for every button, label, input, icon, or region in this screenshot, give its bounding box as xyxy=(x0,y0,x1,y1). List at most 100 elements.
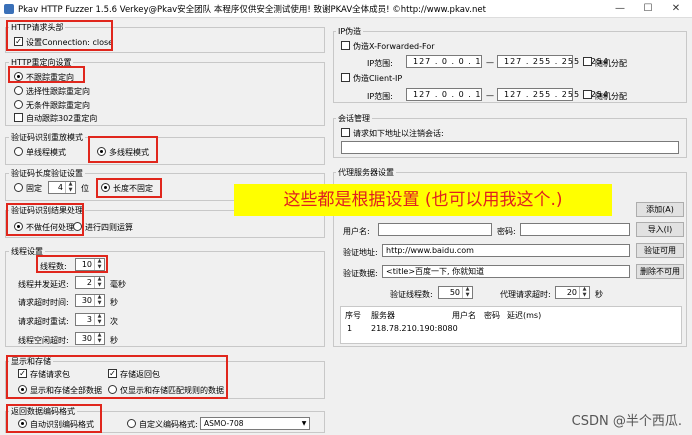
verify-button[interactable]: 验证可用 xyxy=(636,243,684,258)
cip-random-checkbox[interactable] xyxy=(583,90,592,99)
logout-url-input[interactable] xyxy=(341,141,679,154)
col-user: 用户名 xyxy=(452,311,476,320)
highlight-no-follow xyxy=(8,66,85,83)
proxy-user-input[interactable] xyxy=(378,223,492,236)
logout-label: 请求如下地址以注销会话: xyxy=(353,129,444,138)
highlight-variable-length xyxy=(96,178,162,198)
timeout-spinner[interactable]: 30 ▲ ▼ xyxy=(75,294,105,307)
concurrency-label: 线程并发延迟: xyxy=(18,280,69,289)
highlight-multi-thread xyxy=(88,136,158,163)
maximize-button[interactable]: ☐ xyxy=(638,2,658,15)
single-thread-label: 单线程模式 xyxy=(26,148,66,157)
col-server: 服务器 xyxy=(371,311,395,320)
session-title: 会话管理 xyxy=(336,113,372,124)
spinner-arrows-icon[interactable]: ▲ ▼ xyxy=(94,276,104,288)
title-bar: Pkav HTTP Fuzzer 1.5.6 Verkey@Pkav安全团队 本… xyxy=(0,0,692,18)
annotation-banner: 这些都是根据设置 (也可以用我这个.) xyxy=(234,184,612,216)
concurrency-value: 2 xyxy=(86,278,92,287)
selective-radio[interactable] xyxy=(14,86,23,95)
custom-encoding-label: 自定义编码格式: xyxy=(139,420,198,429)
fixed-length-spinner[interactable]: 4 ▲ ▼ xyxy=(48,181,76,194)
verify-data-input[interactable]: <title>百度一下, 你就知道 xyxy=(382,265,630,278)
window-title: Pkav HTTP Fuzzer 1.5.6 Verkey@Pkav安全团队 本… xyxy=(18,5,486,15)
xff-random-label: 随机分配 xyxy=(595,59,627,68)
timeout-unit: 秒 xyxy=(110,298,118,307)
proxy-title: 代理服务器设置 xyxy=(336,167,396,178)
range-dash: — xyxy=(486,58,494,67)
xff-to-input[interactable]: 127 . 255 . 255 . 254 xyxy=(497,55,608,68)
fixed-length-label: 固定 xyxy=(26,184,42,193)
retry-label: 请求超时重试: xyxy=(18,317,69,326)
close-button[interactable]: ✕ xyxy=(666,2,686,15)
cip-from-input[interactable]: 127 . 0 . 0 . 1 xyxy=(406,88,482,101)
spinner-arrows-icon[interactable]: ▲ ▼ xyxy=(462,286,472,298)
row-index: 1 xyxy=(347,324,353,333)
fixed-length-radio[interactable] xyxy=(14,183,23,192)
col-delay: 延迟(ms) xyxy=(507,311,542,320)
cip-range-label: IP范围: xyxy=(367,92,393,101)
unconditional-label: 无条件跟踪重定向 xyxy=(26,101,90,110)
highlight-encoding xyxy=(6,404,102,433)
proxy-pass-input[interactable] xyxy=(520,223,630,236)
encoding-select[interactable]: ASMO-708 ▼ xyxy=(200,417,310,430)
custom-encoding-radio[interactable] xyxy=(127,419,136,428)
xff-from-input[interactable]: 127 . 0 . 0 . 1 xyxy=(406,55,482,68)
timeout-label: 请求超时时间: xyxy=(18,298,69,307)
single-thread-radio[interactable] xyxy=(14,147,23,156)
cip-to-input[interactable]: 127 . 255 . 255 . 254 xyxy=(497,88,608,101)
delete-unavailable-button[interactable]: 删除不可用 xyxy=(636,264,684,279)
verify-data-label: 验证数据: xyxy=(343,269,378,278)
xff-range-label: IP范围: xyxy=(367,59,393,68)
chevron-down-icon[interactable]: ▼ xyxy=(299,418,309,429)
idle-value: 30 xyxy=(81,334,92,343)
proxy-timeout-label: 代理请求超时: xyxy=(500,290,551,299)
row-server: 218.78.210.190:8080 xyxy=(371,324,458,333)
idle-spinner[interactable]: 30 ▲ ▼ xyxy=(75,332,105,345)
minimize-button[interactable]: — xyxy=(610,2,630,15)
spinner-arrows-icon[interactable]: ▲ ▼ xyxy=(94,332,104,344)
spinner-arrows-icon[interactable]: ▲ ▼ xyxy=(579,286,589,298)
app-icon xyxy=(4,4,14,14)
verify-url-input[interactable]: http://www.baidu.com xyxy=(382,244,630,257)
proxy-threads-spinner[interactable]: 50 ▲ ▼ xyxy=(438,286,473,299)
client-ip-checkbox[interactable] xyxy=(341,73,350,82)
cip-random-label: 随机分配 xyxy=(595,92,627,101)
proxy-timeout-value: 20 xyxy=(566,288,577,297)
retry-spinner[interactable]: 3 ▲ ▼ xyxy=(75,313,105,326)
logout-checkbox[interactable] xyxy=(341,128,350,137)
idle-label: 线程空闲超时: xyxy=(18,336,69,345)
col-index: 序号 xyxy=(345,311,361,320)
highlight-captcha-result xyxy=(6,203,84,236)
proxy-timeout-spinner[interactable]: 20 ▲ ▼ xyxy=(555,286,590,299)
add-proxy-button[interactable]: 添加(A) xyxy=(636,202,684,217)
client-ip-label: 伪造Client-IP xyxy=(353,74,403,83)
auto302-label: 自动跟踪302重定向 xyxy=(26,114,98,123)
proxy-threads-label: 验证线程数: xyxy=(390,290,433,299)
spinner-arrows-icon[interactable]: ▲ ▼ xyxy=(94,313,104,325)
retry-value: 3 xyxy=(86,315,92,324)
proxy-timeout-unit: 秒 xyxy=(595,290,603,299)
range-dash: — xyxy=(486,91,494,100)
proxy-pass-label: 密码: xyxy=(497,227,516,236)
xff-random-checkbox[interactable] xyxy=(583,57,592,66)
highlight-display xyxy=(6,355,228,399)
auto302-checkbox[interactable] xyxy=(14,113,23,122)
xff-checkbox[interactable] xyxy=(341,41,350,50)
unconditional-radio[interactable] xyxy=(14,100,23,109)
retry-unit: 次 xyxy=(110,317,118,326)
spinner-arrows-icon[interactable]: ▲ ▼ xyxy=(65,181,75,193)
idle-unit: 秒 xyxy=(110,336,118,345)
col-pass: 密码 xyxy=(484,311,500,320)
encoding-select-value: ASMO-708 xyxy=(204,419,244,428)
ip-spoof-title: IP伪造 xyxy=(336,26,364,37)
proxy-user-label: 用户名: xyxy=(343,227,370,236)
spinner-arrows-icon[interactable]: ▲ ▼ xyxy=(94,294,104,306)
proxy-threads-value: 50 xyxy=(449,288,460,297)
concurrency-unit: 毫秒 xyxy=(110,280,126,289)
captcha-mode-title: 验证码识别重放模式 xyxy=(9,132,85,143)
four-ops-label: 进行四则运算 xyxy=(85,223,133,232)
selective-label: 选择性跟踪重定向 xyxy=(26,87,90,96)
import-proxy-button[interactable]: 导入(I) xyxy=(636,222,684,237)
concurrency-spinner[interactable]: 2 ▲ ▼ xyxy=(75,276,105,289)
captcha-length-title: 验证码长度验证设置 xyxy=(9,168,85,179)
